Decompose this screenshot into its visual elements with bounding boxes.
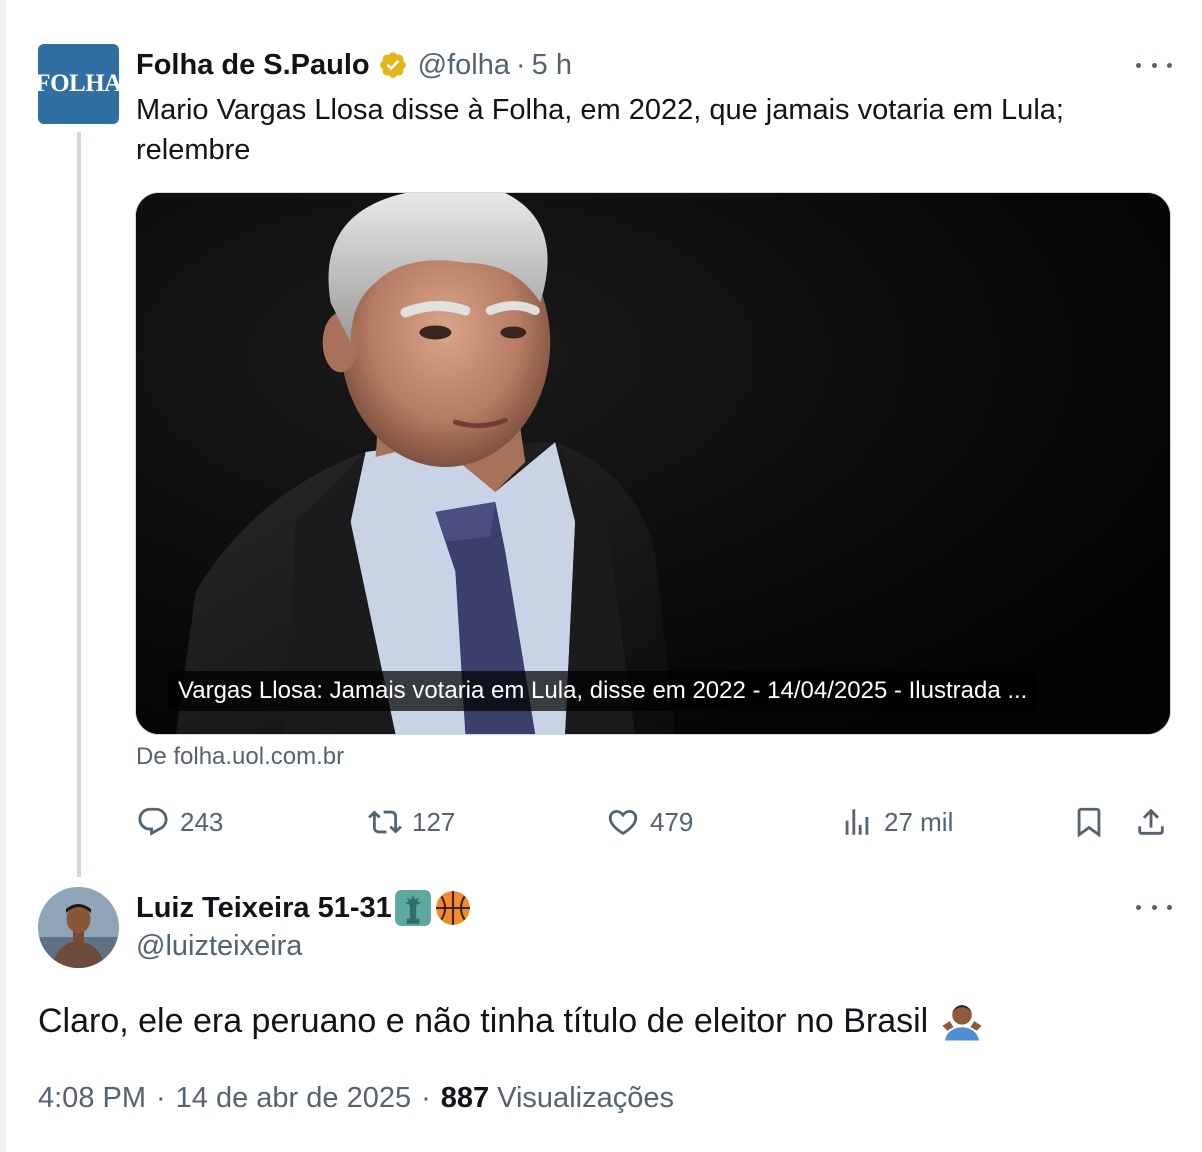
reply-text: Claro, ele era peruano e não tinha títul… bbox=[38, 998, 984, 1044]
card-photo bbox=[136, 193, 1170, 734]
statue-of-liberty-emoji bbox=[394, 889, 432, 927]
separator-dot: · bbox=[421, 1082, 431, 1114]
basketball-emoji bbox=[434, 889, 472, 927]
reply-button[interactable]: 243 bbox=[136, 800, 223, 844]
person-shrugging-emoji bbox=[940, 999, 984, 1043]
reply-text-content: Claro, ele era peruano e não tinha títul… bbox=[38, 1002, 929, 1040]
author-handle[interactable]: @folha bbox=[418, 49, 510, 82]
heart-icon bbox=[608, 809, 638, 835]
views-button[interactable]: 27 mil bbox=[840, 800, 953, 844]
card-caption[interactable]: Vargas Llosa: Jamais votaria em Lula, di… bbox=[168, 671, 1038, 711]
retweet-button[interactable]: 127 bbox=[368, 800, 455, 844]
gold-verified-badge-icon[interactable] bbox=[378, 50, 408, 80]
reply-views-label: Visualizações bbox=[497, 1082, 674, 1114]
bookmark-button[interactable] bbox=[1072, 800, 1106, 844]
reply-author-row: Luiz Teixeira 51-31 bbox=[136, 888, 472, 928]
reply-author-handle[interactable]: @luizteixeira bbox=[136, 930, 302, 963]
views-count: 27 mil bbox=[884, 806, 954, 837]
thread-connector-line bbox=[77, 132, 81, 877]
left-border bbox=[0, 0, 6, 1152]
reply-date[interactable]: 14 de abr de 2025 bbox=[176, 1082, 411, 1115]
luiz-avatar[interactable] bbox=[38, 887, 119, 968]
tweet-time[interactable]: 5 h bbox=[532, 49, 572, 82]
tweet-text: Mario Vargas Llosa disse à Folha, em 202… bbox=[136, 94, 1064, 166]
more-dots-icon[interactable] bbox=[1136, 897, 1172, 917]
folha-avatar[interactable]: FOLHA bbox=[35, 44, 122, 124]
like-button[interactable]: 479 bbox=[606, 800, 693, 844]
reply-meta: 4:08 PM · 14 de abr de 2025 · 887 Visual… bbox=[38, 1082, 674, 1115]
separator-dot: · bbox=[515, 48, 526, 81]
retweet-count: 127 bbox=[412, 806, 456, 837]
more-dots-icon[interactable] bbox=[1136, 55, 1172, 75]
bookmark-icon bbox=[1077, 807, 1101, 838]
card-source-link[interactable]: De folha.uol.com.br bbox=[136, 743, 344, 771]
reply-count: 243 bbox=[180, 806, 224, 837]
tweet-header: Folha de S.Paulo @folha · 5 h bbox=[136, 46, 572, 84]
author-name[interactable]: Folha de S.Paulo bbox=[136, 49, 370, 82]
link-card[interactable] bbox=[135, 192, 1171, 735]
reply-time[interactable]: 4:08 PM bbox=[38, 1082, 146, 1115]
reply-views-count: 887 bbox=[440, 1082, 490, 1114]
like-count: 479 bbox=[650, 806, 694, 837]
tweet-actions: 243 127 479 27 mil bbox=[136, 800, 1172, 844]
retweet-icon bbox=[368, 810, 402, 834]
separator-dot: · bbox=[156, 1082, 166, 1114]
share-button[interactable] bbox=[1134, 800, 1168, 844]
share-icon bbox=[1138, 808, 1164, 835]
reply-author-name[interactable]: Luiz Teixeira 51-31 bbox=[136, 892, 392, 925]
reply-bubble-icon bbox=[138, 807, 168, 836]
views-bars-icon bbox=[845, 809, 869, 835]
